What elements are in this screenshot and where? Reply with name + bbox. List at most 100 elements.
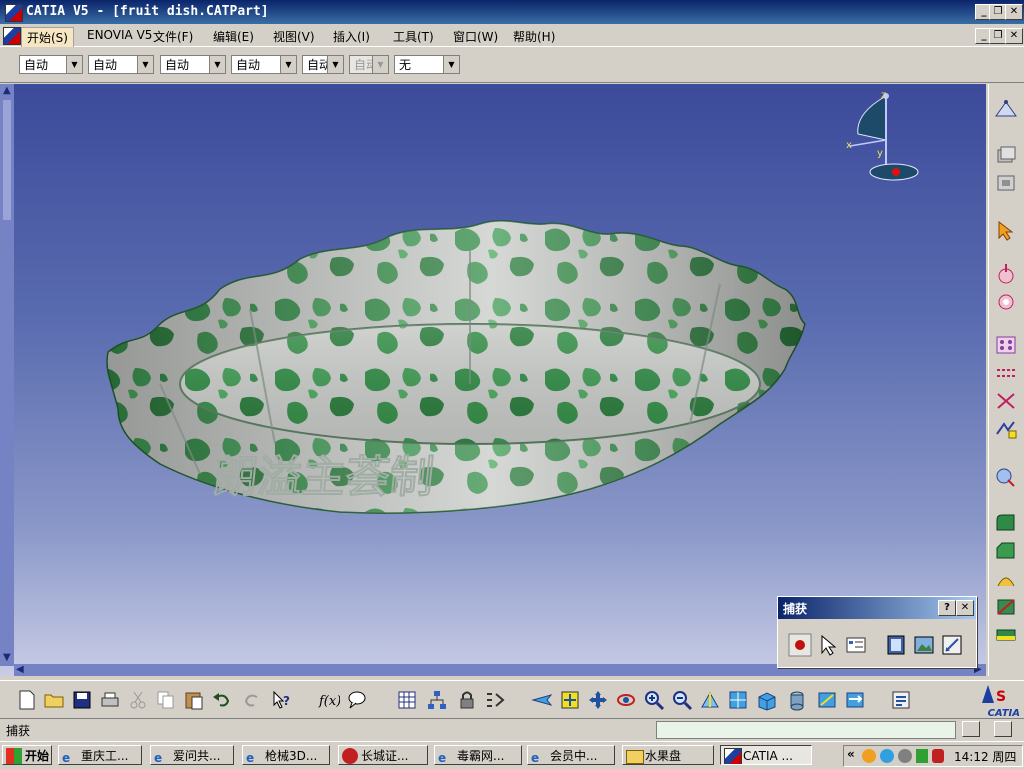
draft-icon[interactable] [994, 568, 1018, 590]
knowledge-icon[interactable] [346, 689, 368, 711]
shield-icon[interactable] [916, 749, 928, 763]
capture-close-button[interactable]: ✕ [956, 600, 974, 616]
copy-icon[interactable] [155, 689, 177, 711]
menu-window[interactable]: 窗口(W) [448, 27, 503, 46]
hide-show-icon[interactable] [816, 689, 838, 711]
rect-pattern-icon[interactable] [994, 362, 1018, 384]
law-icon[interactable] [484, 689, 506, 711]
status-button-1[interactable] [962, 721, 980, 737]
rotate-icon[interactable] [615, 689, 637, 711]
whats-this-icon[interactable]: ? [271, 689, 293, 711]
network-icon[interactable] [880, 749, 894, 763]
3d-viewport[interactable]: 朗溢主荟制 z x y [0, 84, 986, 676]
settings-icon[interactable] [940, 633, 964, 657]
redo-icon[interactable] [241, 689, 263, 711]
scroll-up-icon[interactable]: ▲ [3, 85, 11, 96]
menu-start[interactable]: 开始(S) [21, 27, 74, 48]
qq-icon[interactable] [862, 749, 876, 763]
shaft-icon[interactable] [994, 262, 1018, 284]
formula-icon[interactable]: f(x) [318, 689, 340, 711]
open-folder-icon[interactable] [43, 689, 65, 711]
line-thickness-combo[interactable]: 自动 ▼ [160, 55, 226, 74]
volume-icon[interactable] [898, 749, 912, 763]
compass-widget[interactable]: z x y [840, 84, 930, 184]
tray-expand-icon[interactable]: « [847, 747, 855, 761]
image-icon[interactable] [912, 633, 936, 657]
capture-options-icon[interactable] [844, 633, 868, 657]
capture-title-bar[interactable]: 捕获 ? ✕ [778, 597, 976, 619]
scroll-thumb[interactable] [3, 100, 11, 220]
circ-pattern-icon[interactable] [994, 390, 1018, 412]
command-input[interactable] [656, 721, 956, 739]
thickness-icon[interactable] [994, 624, 1018, 646]
pan-icon[interactable] [587, 689, 609, 711]
fill-color-combo[interactable]: 自动 ▼ [19, 55, 83, 74]
line-type-combo[interactable]: 自动 ▼ [231, 55, 297, 74]
chevron-down-icon[interactable]: ▼ [280, 56, 296, 73]
menu-view[interactable]: 视图(V) [268, 27, 320, 46]
vertical-scrollbar[interactable]: ▲ ▼ [0, 84, 14, 666]
task-item[interactable]: e 枪械3D... [242, 745, 330, 765]
print-icon[interactable] [99, 689, 121, 711]
fit-all-icon[interactable] [559, 689, 581, 711]
menu-insert[interactable]: 插入(I) [328, 27, 375, 46]
select-arrow-icon[interactable] [994, 220, 1018, 242]
tree-icon[interactable] [426, 689, 448, 711]
undo-icon[interactable] [211, 689, 233, 711]
lock-icon[interactable] [456, 689, 478, 711]
zoom-in-icon[interactable] [643, 689, 665, 711]
menu-enovia[interactable]: ENOVIA V5 [82, 27, 157, 43]
task-item[interactable]: e 会员中... [527, 745, 615, 765]
task-item[interactable]: 水果盘 [622, 745, 714, 765]
document-icon[interactable] [3, 27, 21, 45]
catalog-icon[interactable] [890, 689, 912, 711]
new-document-icon[interactable] [16, 689, 38, 711]
sketcher-icon[interactable] [994, 98, 1018, 120]
fruit-dish-model[interactable]: 朗溢主荟制 [0, 84, 986, 676]
antivirus-icon[interactable] [932, 749, 944, 763]
chevron-down-icon[interactable]: ▼ [209, 56, 225, 73]
swap-space-icon[interactable] [844, 689, 866, 711]
layer-combo[interactable]: 无 ▼ [394, 55, 460, 74]
chevron-down-icon[interactable]: ▼ [66, 56, 82, 73]
close-button[interactable]: ✕ [1005, 4, 1023, 20]
cut-icon[interactable] [127, 689, 149, 711]
chevron-down-icon[interactable]: ▼ [327, 56, 343, 73]
task-item[interactable]: e 毒霸网... [434, 745, 522, 765]
constraint-icon[interactable] [994, 418, 1018, 440]
groove-icon[interactable] [994, 288, 1018, 310]
catia-app-icon[interactable] [5, 4, 23, 22]
table-icon[interactable] [396, 689, 418, 711]
normal-view-icon[interactable] [699, 689, 721, 711]
menu-tools[interactable]: 工具(T) [388, 27, 439, 46]
album-icon[interactable] [884, 633, 908, 657]
menu-edit[interactable]: 编辑(E) [208, 27, 259, 46]
transparency-combo[interactable]: 自动 ▼ [88, 55, 154, 74]
select-mode-icon[interactable] [816, 633, 840, 657]
menu-file[interactable]: 文件(F) [148, 27, 198, 46]
task-item-active[interactable]: CATIA ... [720, 745, 812, 765]
analysis-icon[interactable] [994, 466, 1018, 488]
task-item[interactable]: e 爱问共... [150, 745, 234, 765]
multi-view-icon[interactable] [727, 689, 749, 711]
save-icon[interactable] [71, 689, 93, 711]
pocket-icon[interactable] [994, 172, 1018, 194]
task-item[interactable]: e 重庆工... [58, 745, 142, 765]
zoom-out-icon[interactable] [671, 689, 693, 711]
fillet-icon[interactable] [994, 512, 1018, 534]
record-icon[interactable] [788, 633, 812, 657]
task-item[interactable]: 长城证... [338, 745, 428, 765]
doc-close-button[interactable]: ✕ [1005, 28, 1023, 44]
hole-pattern-icon[interactable] [994, 334, 1018, 356]
clock[interactable]: 14:12 周四 [954, 748, 1016, 765]
chevron-down-icon[interactable]: ▼ [443, 56, 459, 73]
status-button-2[interactable] [994, 721, 1012, 737]
paste-icon[interactable] [183, 689, 205, 711]
chamfer-icon[interactable] [994, 540, 1018, 562]
iso-view-icon[interactable] [755, 689, 777, 711]
chevron-down-icon[interactable]: ▼ [137, 56, 153, 73]
help-button[interactable]: ? [938, 600, 956, 616]
render-style-icon[interactable] [786, 689, 808, 711]
point-symbol-combo[interactable]: 自动 ▼ [302, 55, 344, 74]
shell-icon[interactable] [994, 596, 1018, 618]
